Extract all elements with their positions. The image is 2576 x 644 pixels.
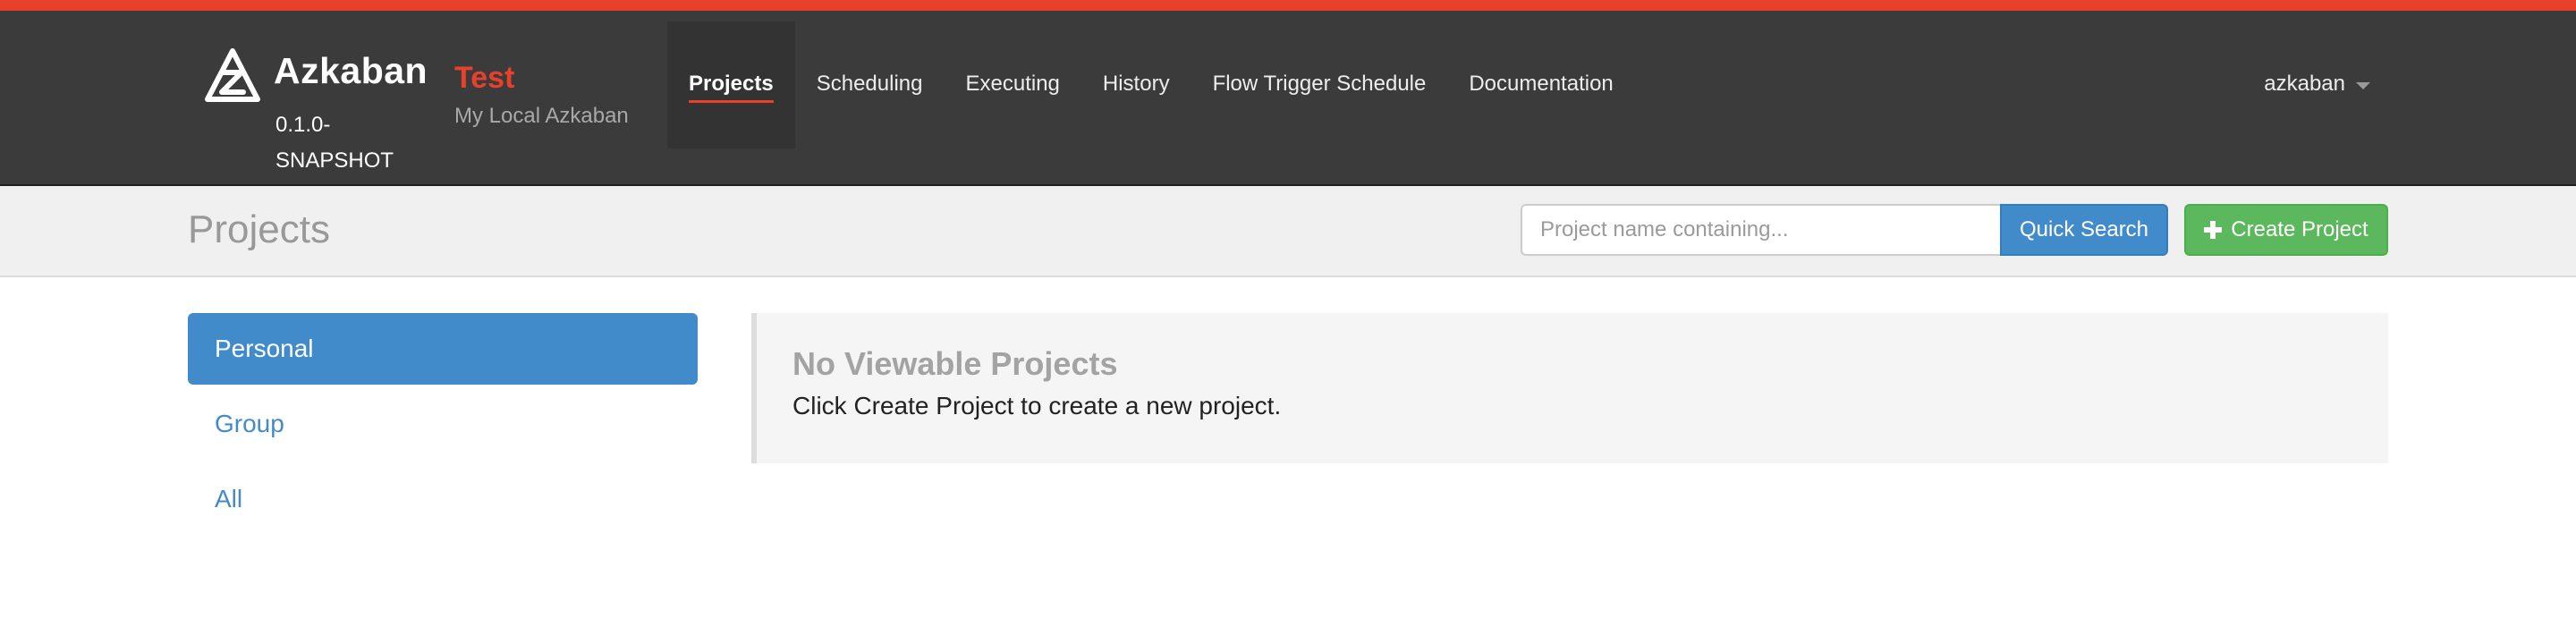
tab-label: History: [1102, 72, 1170, 96]
tab-label: Flow Trigger Schedule: [1212, 72, 1427, 96]
plus-icon: [2204, 221, 2223, 239]
tab-label: Documentation: [1469, 72, 1614, 96]
user-menu[interactable]: azkaban: [2264, 72, 2370, 97]
filter-group[interactable]: Group: [188, 388, 698, 460]
quick-search-button[interactable]: Quick Search: [2000, 204, 2168, 256]
tab-label: Executing: [965, 72, 1060, 96]
tab-label: Projects: [689, 72, 774, 103]
brand[interactable]: Azkaban 0.1.0-SNAPSHOT Test My Local Azk…: [204, 43, 651, 177]
tab-label: Scheduling: [816, 72, 923, 96]
tab-executing[interactable]: Executing: [944, 21, 1080, 148]
azkaban-logo-icon: [205, 48, 260, 102]
quick-search-label: Quick Search: [2019, 217, 2149, 242]
project-search-input[interactable]: [1521, 204, 2002, 256]
empty-state-text: Click Create Project to create a new pro…: [792, 392, 1282, 419]
tab-flow-trigger-schedule[interactable]: Flow Trigger Schedule: [1191, 21, 1448, 148]
page-title: Projects: [188, 208, 330, 251]
environment-name: Test: [454, 61, 515, 95]
filter-all[interactable]: All: [188, 463, 698, 535]
create-project-button[interactable]: Create Project: [2184, 204, 2388, 256]
empty-projects-panel: No Viewable Projects Click Create Projec…: [751, 313, 2388, 463]
page-header: Projects Quick Search Create Project: [0, 186, 2576, 277]
user-name: azkaban: [2264, 72, 2345, 96]
filter-label: Personal: [215, 335, 314, 362]
create-project-label: Create Project: [2231, 217, 2368, 242]
tab-scheduling[interactable]: Scheduling: [795, 21, 945, 148]
top-navbar: Azkaban 0.1.0-SNAPSHOT Test My Local Azk…: [0, 11, 2576, 186]
top-accent-bar: [0, 0, 2576, 11]
filter-personal[interactable]: Personal: [188, 313, 698, 385]
project-filter-nav: Personal Group All: [188, 313, 698, 538]
brand-version: 0.1.0-SNAPSHOT: [275, 113, 394, 173]
brand-name: Azkaban: [274, 50, 428, 91]
main-nav: Projects Scheduling Executing History Fl…: [667, 21, 1635, 148]
tab-history[interactable]: History: [1081, 21, 1191, 148]
environment-description: My Local Azkaban: [454, 104, 629, 128]
filter-label: All: [215, 485, 243, 513]
tab-projects[interactable]: Projects: [667, 21, 795, 148]
caret-down-icon: [2356, 82, 2370, 89]
tab-documentation[interactable]: Documentation: [1447, 21, 1634, 148]
filter-label: Group: [215, 410, 284, 437]
empty-state-title: No Viewable Projects: [792, 345, 1118, 382]
